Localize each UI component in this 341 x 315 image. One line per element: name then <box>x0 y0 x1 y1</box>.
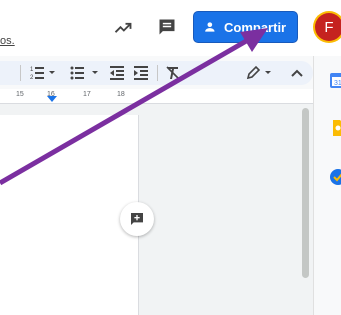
add-comment-button[interactable] <box>120 202 154 236</box>
numbered-list-button[interactable]: 12 <box>30 63 56 83</box>
calendar-icon[interactable]: 31 <box>330 72 341 88</box>
indent-marker-icon[interactable] <box>47 96 57 103</box>
toolbar-divider <box>157 65 158 81</box>
keep-icon[interactable] <box>330 120 341 136</box>
increase-indent-button[interactable] <box>134 63 148 83</box>
ruler-tick: 15 <box>16 91 24 98</box>
decrease-indent-icon <box>110 66 124 80</box>
increase-indent-icon <box>134 66 148 80</box>
decrease-indent-button[interactable] <box>110 63 124 83</box>
trending-up-icon <box>114 22 132 33</box>
svg-text:2: 2 <box>30 75 34 81</box>
clear-formatting-button[interactable] <box>166 63 180 83</box>
clear-formatting-icon <box>166 66 180 80</box>
top-bar: os. Compartir F <box>0 0 341 56</box>
formatting-toolbar: 12 <box>0 61 313 85</box>
document-page[interactable] <box>0 115 139 315</box>
scrollbar-thumb[interactable] <box>302 108 309 278</box>
share-button[interactable]: Compartir <box>193 11 298 43</box>
partial-menu-text[interactable]: os. <box>0 35 15 47</box>
person-add-icon <box>205 22 215 32</box>
comment-icon <box>159 19 175 35</box>
ruler-tick: 17 <box>83 91 91 98</box>
share-label: Compartir <box>224 19 287 35</box>
ruler-tick: 18 <box>117 91 125 98</box>
svg-text:1: 1 <box>30 67 34 73</box>
account-avatar[interactable]: F <box>315 13 341 41</box>
bulleted-list-button[interactable] <box>70 63 100 83</box>
side-panel: 31 <box>313 56 341 315</box>
collapse-icon <box>291 69 303 77</box>
editing-mode-dropdown[interactable] <box>246 63 274 83</box>
horizontal-ruler[interactable]: 15 16 17 18 <box>0 89 313 104</box>
bulleted-list-icon <box>70 66 98 80</box>
numbered-list-icon: 12 <box>30 67 55 81</box>
activity-dashboard-button[interactable] <box>108 13 138 43</box>
edit-mode-icon <box>246 65 271 80</box>
toolbar-divider <box>20 65 21 81</box>
collapse-toolbar-button[interactable] <box>290 63 304 83</box>
comments-button[interactable] <box>152 12 182 42</box>
tasks-icon[interactable] <box>330 169 341 185</box>
svg-text:31: 31 <box>334 80 341 87</box>
add-comment-icon <box>131 213 143 225</box>
